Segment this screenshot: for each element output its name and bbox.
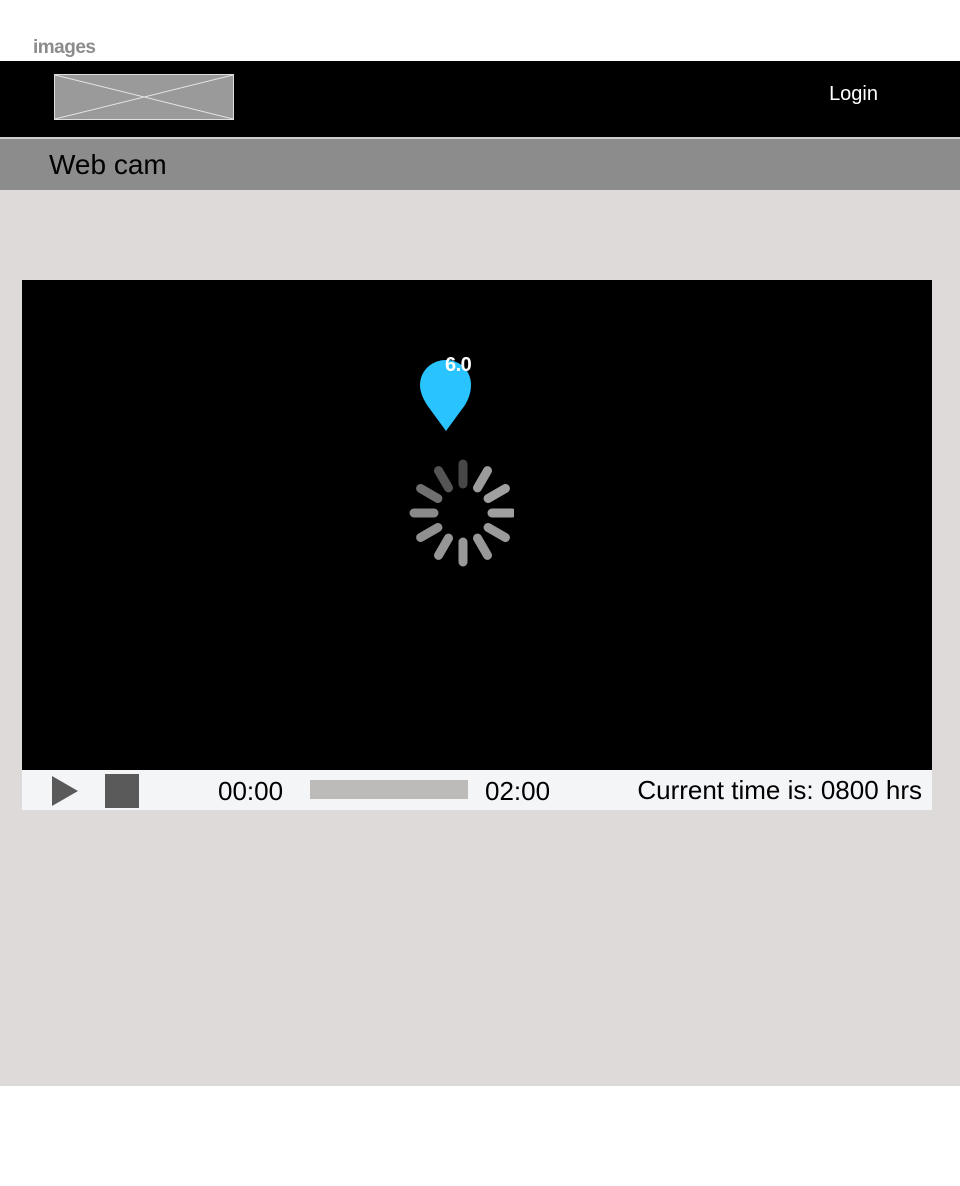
progress-bar[interactable] xyxy=(310,780,468,799)
login-link[interactable]: Login xyxy=(829,83,878,106)
page-title: Web cam xyxy=(49,149,167,180)
spinner-spoke xyxy=(483,523,510,542)
end-time: 02:00 xyxy=(485,776,551,806)
current-time-readout: Current time is: 0800 hrs xyxy=(637,775,922,805)
spinner-spoke xyxy=(434,533,453,560)
video-controls: 00:00 02:00 Current time is: 0800 hrs xyxy=(22,770,932,810)
spinner-spoke xyxy=(483,484,510,503)
main-content: 6.0 00:00 02:00 Current time is: 0800 hr… xyxy=(0,190,960,1086)
title-bar: Web cam xyxy=(0,139,960,190)
play-icon[interactable] xyxy=(52,776,80,806)
loading-spinner-icon xyxy=(409,459,514,567)
image-placeholder-icon[interactable] xyxy=(54,74,234,120)
spinner-spoke xyxy=(434,466,453,493)
spinner-spoke xyxy=(416,484,443,503)
spinner-spoke xyxy=(473,466,492,493)
stop-icon[interactable] xyxy=(105,774,139,808)
spinner-spoke xyxy=(473,533,492,560)
spinner-spoke xyxy=(416,523,443,542)
images-label: images xyxy=(33,37,96,58)
video-player[interactable]: 6.0 xyxy=(22,280,932,770)
marker-value: 6.0 xyxy=(445,354,472,376)
map-pin-icon: 6.0 xyxy=(419,354,475,434)
header-bar: Login xyxy=(0,61,960,137)
start-time: 00:00 xyxy=(218,776,284,806)
